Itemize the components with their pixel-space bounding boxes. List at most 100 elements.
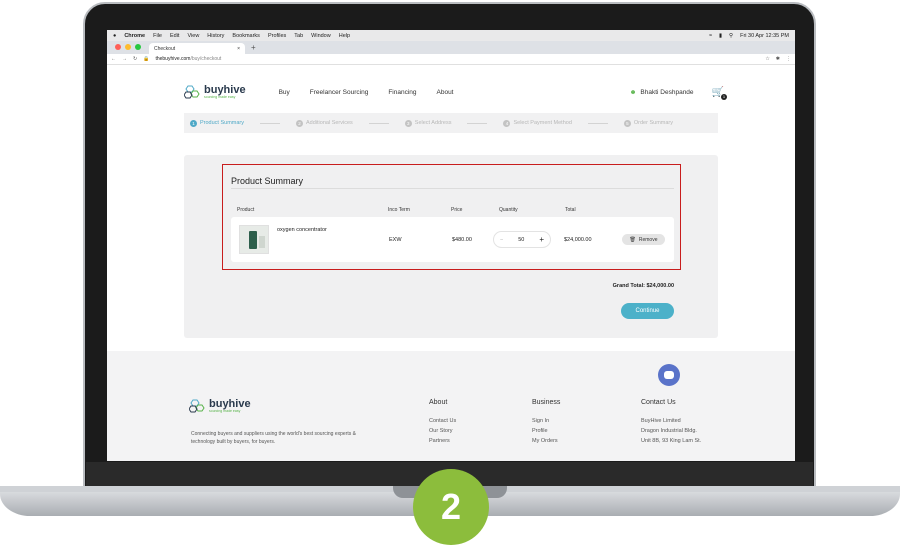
menu-help[interactable]: Help (339, 33, 350, 39)
remove-button[interactable]: 🗑 Remove (622, 234, 665, 245)
nav-financing[interactable]: Financing (388, 89, 416, 96)
header-product: Product (237, 207, 255, 213)
mac-menubar: ● Chrome File Edit View History Bookmark… (107, 30, 795, 41)
close-tab-icon[interactable]: × (237, 46, 240, 52)
wifi-icon[interactable]: ≈ (709, 33, 712, 39)
menubar-clock[interactable]: Fri 30 Apr 12:35 PM (740, 33, 789, 39)
buyhive-logo[interactable]: buyhive sourcing made easy (184, 85, 246, 99)
step-number: 4 (503, 119, 511, 127)
menu-bookmarks[interactable]: Bookmarks (232, 33, 260, 39)
laptop-mockup: ● Chrome File Edit View History Bookmark… (0, 0, 900, 546)
menu-history[interactable]: History (207, 33, 224, 39)
menu-edit[interactable]: Edit (170, 33, 179, 39)
buyhive-page: buyhive sourcing made easy Buy Freelance… (107, 65, 795, 461)
extensions-icon[interactable]: ✱ (776, 56, 780, 62)
cart-button[interactable]: 🛒 1 (712, 87, 727, 100)
footer-logo[interactable]: buyhive sourcing made easy (189, 399, 251, 413)
header-inco-term: Inco Term (388, 207, 410, 213)
reload-icon[interactable]: ↻ (133, 56, 137, 62)
step-number: 2 (296, 119, 304, 127)
step-label: Order Summary (633, 120, 674, 126)
back-icon[interactable]: ← (111, 56, 116, 62)
footer-about-title: About (429, 399, 448, 406)
step-divider (467, 122, 488, 124)
product-image-accessory (259, 236, 265, 248)
step-product-summary[interactable]: 1 Product Summary (190, 119, 245, 127)
step-number: 1 (190, 119, 197, 127)
footer-business-title: Business (532, 399, 561, 406)
step-label: Select Address (414, 120, 452, 126)
table-row: oxygen concentrator EXW $480.00 − 50 + $… (231, 217, 674, 262)
forward-icon[interactable]: → (122, 56, 127, 62)
nav-buy[interactable]: Buy (279, 89, 290, 96)
menu-tab[interactable]: Tab (294, 33, 303, 39)
new-tab-button[interactable]: + (245, 43, 262, 54)
menu-file[interactable]: File (153, 33, 162, 39)
step-divider (368, 122, 389, 124)
footer-link-profile[interactable]: Profile (532, 428, 560, 434)
product-name[interactable]: oxygen concentrator (277, 227, 327, 233)
product-image[interactable] (239, 225, 269, 254)
nav-freelancer-sourcing[interactable]: Freelancer Sourcing (310, 89, 369, 96)
step-select-payment-method[interactable]: 4 Select Payment Method (503, 119, 572, 127)
step-label: Product Summary (200, 120, 245, 126)
user-menu[interactable]: ☻ Bhakti Deshpande (630, 89, 694, 96)
step-number: 5 (623, 119, 631, 127)
product-image-device (249, 231, 257, 249)
menu-profiles[interactable]: Profiles (268, 33, 286, 39)
footer-contact-company: BuyHive Limited (641, 418, 681, 424)
quantity-input[interactable]: 50 (518, 237, 524, 243)
url-host: thebuyhive.com (155, 56, 191, 62)
continue-button[interactable]: Continue (621, 303, 674, 319)
footer-link-my-orders[interactable]: My Orders (532, 438, 560, 444)
bookmark-star-icon[interactable]: ☆ (765, 56, 769, 62)
remove-label: Remove (638, 236, 658, 243)
step-divider (260, 122, 281, 124)
footer-tagline: Connecting buyers and suppliers using th… (191, 431, 356, 445)
battery-icon[interactable]: ▮ (719, 33, 722, 39)
minimize-window-icon[interactable] (125, 44, 131, 50)
footer-link-sign-in[interactable]: Sign In (532, 418, 560, 424)
logo-word: buyhive (204, 84, 246, 96)
inco-term-value: EXW (389, 237, 402, 243)
site-footer: buyhive sourcing made easy Connecting bu… (107, 351, 795, 461)
footer-link-partners[interactable]: Partners (429, 438, 456, 444)
step-divider (587, 122, 608, 124)
header-quantity: Quantity (499, 207, 518, 213)
close-window-icon[interactable] (115, 44, 121, 50)
chat-widget-button[interactable] (658, 364, 680, 386)
step-select-address[interactable]: 3 Select Address (404, 119, 452, 127)
trash-icon: 🗑 (629, 236, 636, 243)
menu-window[interactable]: Window (311, 33, 331, 39)
line-total-value: $24,000.00 (564, 237, 592, 243)
chat-bubble-icon (664, 371, 674, 379)
checkout-stepper: 1 Product Summary 2 Additional Services … (184, 113, 718, 133)
header-price: Price (451, 207, 463, 213)
maximize-window-icon[interactable] (135, 44, 141, 50)
nav-about[interactable]: About (437, 89, 454, 96)
increase-quantity-button[interactable]: + (539, 235, 544, 244)
step-additional-services[interactable]: 2 Additional Services (296, 119, 353, 127)
browser-tabbar: Checkout × + (107, 41, 795, 54)
cart-count-badge: 1 (721, 93, 727, 100)
browser-tab-checkout[interactable]: Checkout × (149, 43, 245, 54)
address-bar[interactable]: thebuyhive.com/buy/checkout (155, 56, 221, 62)
header-total: Total (565, 207, 576, 213)
decrease-quantity-button[interactable]: − (500, 237, 503, 243)
menu-kebab-icon[interactable]: ⋮ (786, 56, 791, 62)
laptop-screen: ● Chrome File Edit View History Bookmark… (107, 30, 795, 461)
step-order-summary[interactable]: 5 Order Summary (623, 119, 674, 127)
grand-total: Grand Total: $24,000.00 (612, 283, 674, 289)
step-badge: 2 (413, 469, 489, 545)
checkout-panel: Product Summary Product Inco Term Price … (184, 155, 718, 338)
lock-icon: 🔒 (143, 56, 150, 62)
footer-business-column: Business Sign In Profile My Orders (532, 399, 560, 448)
footer-link-contact-us[interactable]: Contact Us (429, 418, 456, 424)
hexagon-logo-icon (189, 399, 205, 413)
menu-view[interactable]: View (187, 33, 199, 39)
search-icon[interactable]: ⚲ (729, 33, 733, 39)
footer-link-our-story[interactable]: Our Story (429, 428, 456, 434)
menubar-app[interactable]: Chrome (124, 33, 145, 39)
tab-title: Checkout (154, 45, 176, 52)
apple-icon[interactable]: ● (113, 33, 116, 39)
